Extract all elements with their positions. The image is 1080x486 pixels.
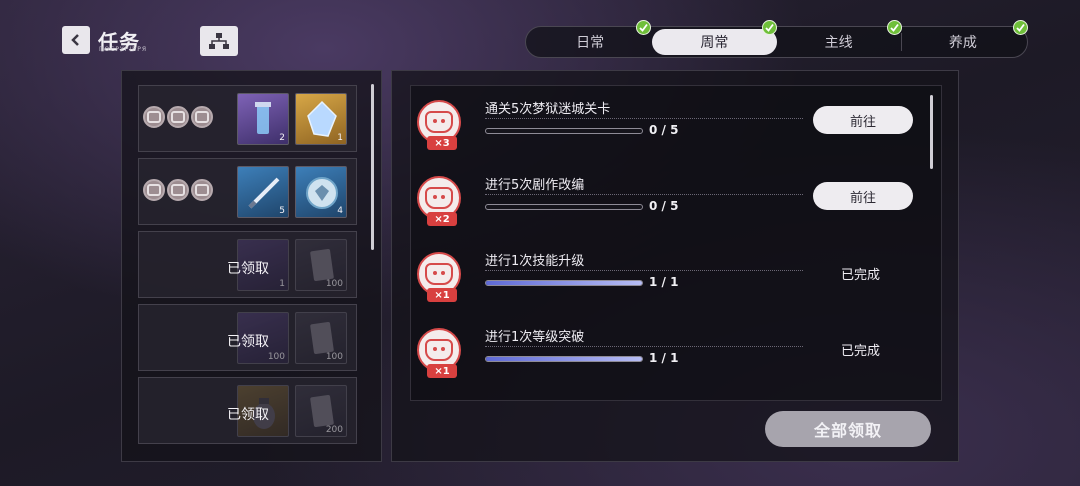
reward-row-claimed: 1 100 已领取 <box>138 231 357 298</box>
task-item: ×3 通关5次梦狱迷城关卡 0 / 5 前往 <box>417 90 927 160</box>
go-button[interactable]: 前往 <box>813 182 913 210</box>
go-button[interactable]: 前往 <box>813 106 913 134</box>
seal-icon <box>167 179 189 201</box>
tab-label: 主线 <box>824 35 853 51</box>
reward-multiplier: ×2 <box>427 212 457 226</box>
tab-weekly[interactable]: 周常 <box>652 29 777 55</box>
task-name: 进行5次剧作改编 <box>485 178 585 193</box>
task-progress: 0 / 5 <box>649 199 679 213</box>
task-progress: 1 / 1 <box>649 275 679 289</box>
check-icon <box>762 20 777 35</box>
item-qty: 5 <box>279 206 285 216</box>
reward-multiplier: ×3 <box>427 136 457 150</box>
check-icon <box>887 20 902 35</box>
task-name: 通关5次梦狱迷城关卡 <box>485 102 611 117</box>
seal-icon <box>167 106 189 128</box>
completed-label: 已完成 <box>841 344 881 359</box>
reward-multiplier: ×1 <box>427 364 457 378</box>
tab-label: 养成 <box>948 35 977 51</box>
seal-group <box>143 179 213 201</box>
item-qty: 100 <box>325 352 343 362</box>
task-name: 进行1次技能升级 <box>485 254 585 269</box>
item-qty: 100 <box>267 352 285 362</box>
task-item: ×1 进行1次技能升级 1 / 1 已完成 <box>417 242 927 312</box>
task-scrollbar[interactable] <box>930 95 933 169</box>
crystal-vial-icon[interactable]: 2 <box>237 93 289 145</box>
progress-bar <box>485 356 643 362</box>
reward-multiplier: ×1 <box>427 288 457 302</box>
claimed-label: 已领取 <box>227 334 269 350</box>
card-icon: 100 <box>295 312 347 364</box>
tab-label: 周常 <box>700 35 729 51</box>
progress-fill <box>486 281 642 285</box>
task-tree-button[interactable] <box>200 26 238 56</box>
claimed-label: 已领取 <box>227 407 269 423</box>
claimed-label: 已领取 <box>227 261 269 277</box>
task-progress: 1 / 1 <box>649 351 679 365</box>
divider <box>485 346 803 347</box>
reward-row-claimed: 200 已领取 <box>138 377 357 444</box>
divider <box>485 194 803 195</box>
item-qty: 200 <box>325 425 343 435</box>
task-panel: ×3 通关5次梦狱迷城关卡 0 / 5 前往 ×2 进行5次剧作改编 0 / 5… <box>391 70 959 462</box>
progress-fill <box>486 357 642 361</box>
divider <box>485 270 803 271</box>
completed-label: 已完成 <box>841 268 881 283</box>
divider <box>485 118 803 119</box>
task-tabs: 日常 周常 主线 养成 <box>525 26 1028 58</box>
page-subtitle: ПОСРУРІВРЯ <box>99 46 147 53</box>
item-qty: 1 <box>279 279 285 289</box>
tab-daily[interactable]: 日常 <box>528 29 652 55</box>
emblem-icon[interactable]: 4 <box>295 166 347 218</box>
reward-row-claimed: 100 100 已领取 <box>138 304 357 371</box>
item-qty: 2 <box>279 133 285 143</box>
task-item: ×2 进行5次剧作改编 0 / 5 前往 <box>417 166 927 236</box>
item-qty: 4 <box>337 206 343 216</box>
card-icon: 200 <box>295 385 347 437</box>
hierarchy-icon <box>209 33 229 49</box>
seal-group <box>143 106 213 128</box>
card-icon: 100 <box>295 239 347 291</box>
task-item: ×1 进行1次等级突破 1 / 1 已完成 <box>417 318 927 388</box>
task-name: 进行1次等级突破 <box>485 330 585 345</box>
gem-crystal-icon[interactable]: 1 <box>295 93 347 145</box>
tab-growth[interactable]: 养成 <box>900 29 1025 55</box>
seal-icon <box>143 179 165 201</box>
item-qty: 1 <box>337 133 343 143</box>
reward-scrollbar[interactable] <box>371 84 374 250</box>
check-icon <box>1013 20 1028 35</box>
back-button[interactable] <box>62 26 90 54</box>
seal-icon <box>191 179 213 201</box>
tab-main[interactable]: 主线 <box>777 29 901 55</box>
reward-panel: 2 1 5 4 1 100 已领取 100 100 已领取 200 已领取 <box>121 70 382 462</box>
seal-icon <box>143 106 165 128</box>
seal-icon <box>191 106 213 128</box>
claim-all-button[interactable]: 全部领取 <box>765 411 931 447</box>
pen-icon[interactable]: 5 <box>237 166 289 218</box>
reward-row[interactable]: 2 1 <box>138 85 357 152</box>
progress-bar <box>485 280 643 286</box>
tab-label: 日常 <box>576 35 605 51</box>
progress-bar <box>485 128 643 134</box>
check-icon <box>636 20 651 35</box>
item-qty: 100 <box>325 279 343 289</box>
progress-bar <box>485 204 643 210</box>
chevron-left-icon <box>71 34 79 46</box>
reward-row[interactable]: 5 4 <box>138 158 357 225</box>
task-progress: 0 / 5 <box>649 123 679 137</box>
task-list: ×3 通关5次梦狱迷城关卡 0 / 5 前往 ×2 进行5次剧作改编 0 / 5… <box>410 85 942 401</box>
